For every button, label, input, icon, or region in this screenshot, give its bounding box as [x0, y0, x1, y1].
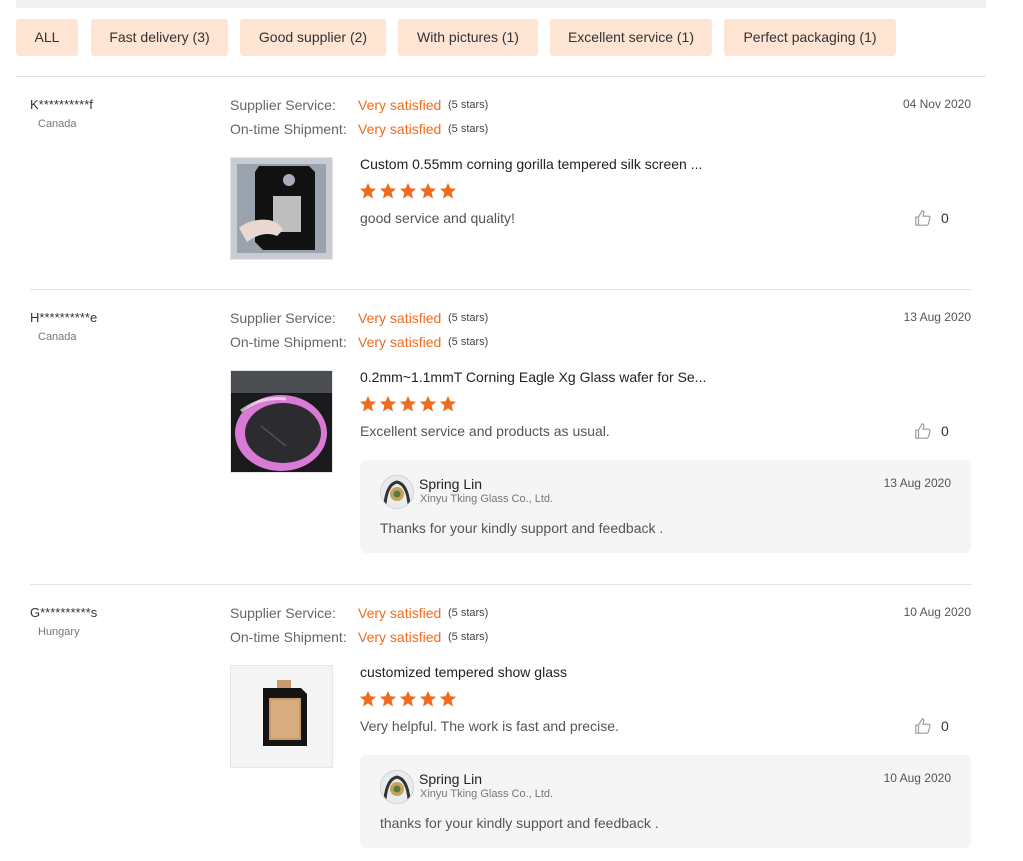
thumbs-up-icon[interactable] [914, 422, 932, 442]
product-title[interactable]: customized tempered show glass [360, 664, 567, 680]
product-thumbnail[interactable] [230, 370, 333, 473]
filter-fast-delivery[interactable]: Fast delivery (3) [91, 19, 228, 56]
star-icon [399, 690, 417, 713]
star-icon [379, 395, 397, 418]
star-rating [359, 182, 459, 200]
reply-text: Thanks for your kindly support and feedb… [380, 520, 664, 536]
reply-date: 13 Aug 2020 [883, 476, 951, 490]
star-icon [439, 690, 457, 713]
reviewer-name: G**********s [30, 605, 98, 620]
ontime-shipment-value: Very satisfied [358, 629, 442, 645]
like-count: 0 [941, 718, 949, 734]
filter-perfect-packaging[interactable]: Perfect packaging (1) [724, 19, 896, 56]
star-icon [359, 690, 377, 713]
supplier-reply: Spring Lin Xinyu Tking Glass Co., Ltd. 1… [360, 755, 971, 848]
star-rating [359, 395, 459, 413]
avatar [380, 475, 414, 509]
reply-company: Xinyu Tking Glass Co., Ltd. [420, 788, 554, 800]
supplier-service-value: Very satisfied [358, 605, 442, 621]
supplier-service-stars: (5 stars) [448, 312, 489, 324]
reviewer-country: Canada [38, 331, 77, 343]
thumbs-up-icon[interactable] [914, 209, 932, 229]
product-title[interactable]: Custom 0.55mm corning gorilla tempered s… [360, 156, 702, 172]
ontime-shipment-value: Very satisfied [358, 121, 442, 137]
reviewer-name: H**********e [30, 310, 98, 325]
supplier-service-stars: (5 stars) [448, 607, 489, 619]
filter-all[interactable]: ALL [16, 19, 78, 56]
review-item: H**********e Canada Supplier Service: Ve… [0, 310, 1023, 580]
star-icon [419, 395, 437, 418]
product-title[interactable]: 0.2mm~1.1mmT Corning Eagle Xg Glass wafe… [360, 369, 706, 385]
star-icon [359, 395, 377, 418]
review-date: 04 Nov 2020 [902, 97, 971, 111]
reply-date: 10 Aug 2020 [883, 771, 951, 785]
supplier-service-stars: (5 stars) [448, 99, 489, 111]
reviewer-country: Canada [38, 118, 77, 130]
star-icon [419, 182, 437, 205]
product-thumbnail[interactable] [230, 157, 333, 260]
star-icon [399, 395, 417, 418]
review-comment: good service and quality! [360, 210, 515, 226]
like-count: 0 [941, 423, 949, 439]
ontime-shipment-value: Very satisfied [358, 334, 442, 350]
supplier-service-label: Supplier Service: [230, 605, 336, 621]
top-bar [16, 0, 986, 8]
ontime-shipment-stars: (5 stars) [448, 631, 489, 643]
reviewer-name: K**********f [30, 97, 93, 112]
divider [30, 289, 972, 290]
filter-good-supplier[interactable]: Good supplier (2) [240, 19, 386, 56]
star-icon [379, 182, 397, 205]
review-item: G**********s Hungary Supplier Service: V… [0, 605, 1023, 861]
review-item: K**********f Canada Supplier Service: Ve… [0, 97, 1023, 287]
star-rating [359, 690, 459, 708]
star-icon [359, 182, 377, 205]
supplier-service-label: Supplier Service: [230, 97, 336, 113]
supplier-service-value: Very satisfied [358, 310, 442, 326]
product-thumbnail[interactable] [230, 665, 333, 768]
star-icon [439, 182, 457, 205]
divider [30, 584, 972, 585]
star-icon [399, 182, 417, 205]
review-date: 13 Aug 2020 [903, 310, 971, 324]
review-date: 10 Aug 2020 [903, 605, 971, 619]
reply-text: thanks for your kindly support and feedb… [380, 815, 659, 831]
supplier-service-label: Supplier Service: [230, 310, 336, 326]
filter-with-pictures[interactable]: With pictures (1) [398, 19, 538, 56]
ontime-shipment-label: On-time Shipment: [230, 629, 347, 645]
review-comment: Excellent service and products as usual. [360, 423, 610, 439]
star-icon [379, 690, 397, 713]
like-count: 0 [941, 210, 949, 226]
review-comment: Very helpful. The work is fast and preci… [360, 718, 619, 734]
ontime-shipment-stars: (5 stars) [448, 123, 489, 135]
reply-company: Xinyu Tking Glass Co., Ltd. [420, 493, 554, 505]
star-icon [439, 395, 457, 418]
filter-excellent-service[interactable]: Excellent service (1) [550, 19, 712, 56]
reviewer-country: Hungary [38, 626, 80, 638]
reply-author-name: Spring Lin [419, 476, 483, 492]
thumbs-up-icon[interactable] [914, 717, 932, 737]
ontime-shipment-label: On-time Shipment: [230, 121, 347, 137]
divider [16, 76, 986, 77]
supplier-reply: Spring Lin Xinyu Tking Glass Co., Ltd. 1… [360, 460, 971, 553]
reply-author-name: Spring Lin [419, 771, 483, 787]
ontime-shipment-stars: (5 stars) [448, 336, 489, 348]
avatar [380, 770, 414, 804]
supplier-service-value: Very satisfied [358, 97, 442, 113]
ontime-shipment-label: On-time Shipment: [230, 334, 347, 350]
star-icon [419, 690, 437, 713]
